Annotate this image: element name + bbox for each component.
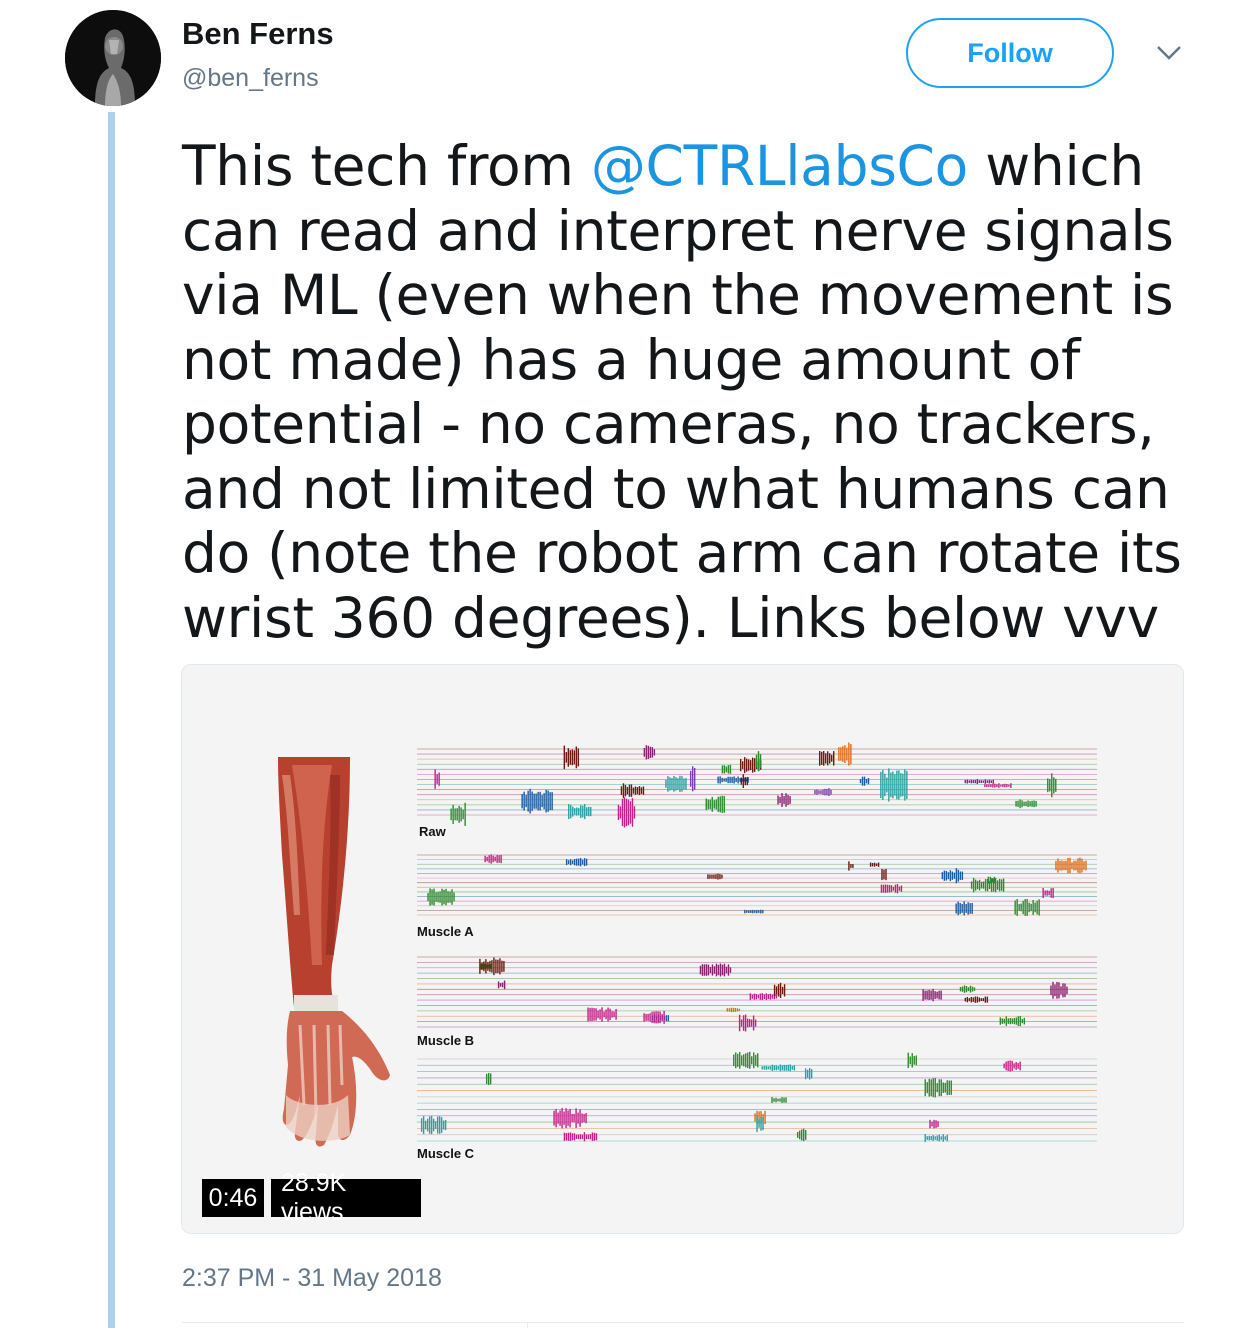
label-muscle-c: Muscle C — [417, 1146, 475, 1161]
label-muscle-a: Muscle A — [417, 924, 474, 939]
tweet-timestamp[interactable]: 2:37 PM - 31 May 2018 — [182, 1264, 442, 1293]
tweet-text-before: This tech from — [182, 134, 591, 198]
chevron-down-icon[interactable] — [1156, 44, 1182, 62]
author-handle[interactable]: @ben_ferns — [182, 64, 319, 93]
video-views-badge: 28.9K views — [271, 1169, 421, 1226]
video-frame: Raw Muscle A Muscle B Muscle C — [182, 665, 1183, 1233]
divider-tick — [527, 1322, 528, 1328]
label-raw: Raw — [419, 824, 447, 839]
follow-button[interactable]: Follow — [906, 18, 1114, 88]
mention-link[interactable]: @CTRLlabsCo — [591, 134, 968, 198]
video-duration-badge: 0:46 — [202, 1179, 264, 1217]
thread-line — [108, 112, 115, 1328]
tweet-text-after: which can read and interpret nerve signa… — [182, 134, 1182, 650]
video-player[interactable]: Raw Muscle A Muscle B Muscle C 0:46 28.9… — [181, 664, 1184, 1234]
avatar[interactable] — [65, 10, 161, 106]
author-display-name[interactable]: Ben Ferns — [182, 16, 334, 52]
divider — [182, 1322, 1184, 1323]
tweet-text: This tech from @CTRLlabsCo which can rea… — [182, 134, 1202, 650]
label-muscle-b: Muscle B — [417, 1033, 474, 1048]
